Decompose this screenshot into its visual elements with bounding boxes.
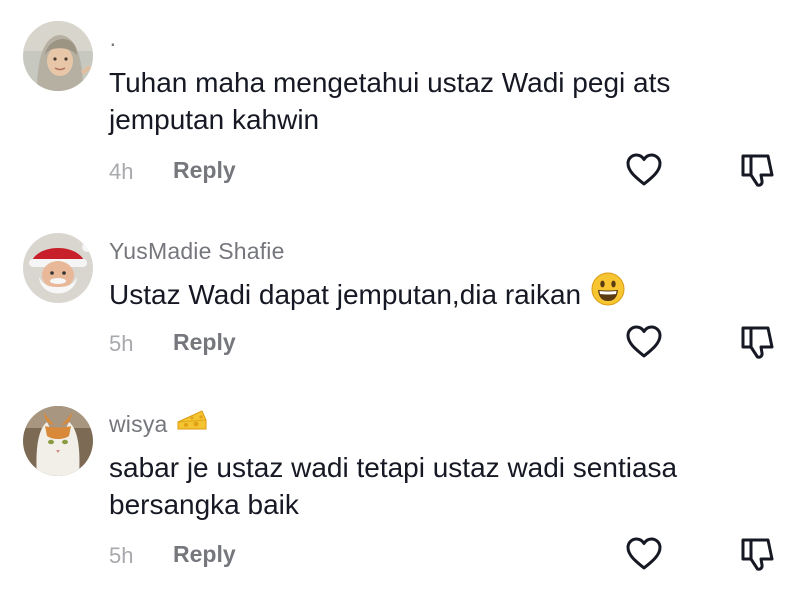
grinning-face-emoji <box>591 272 625 315</box>
thumbs-down-outline-icon[interactable] <box>738 534 778 574</box>
avatar[interactable] <box>23 21 93 91</box>
comment-text-row: Ustaz Wadi dapat jemputan,dia raikan <box>109 272 749 318</box>
cheese-emoji <box>176 408 208 438</box>
thumbs-down-outline-icon[interactable] <box>738 322 778 362</box>
comment-timestamp: 5h <box>109 331 134 356</box>
heart-outline-icon[interactable] <box>624 322 664 362</box>
heart-outline-icon[interactable] <box>624 150 664 190</box>
thumbs-down-outline-icon[interactable] <box>738 150 778 190</box>
reply-button[interactable]: Reply <box>173 329 236 356</box>
comment-username[interactable]: YusMadie Shafie <box>109 238 285 265</box>
reply-button[interactable]: Reply <box>173 541 236 568</box>
comment-username-row: wisya <box>109 408 208 441</box>
reply-button[interactable]: Reply <box>173 157 236 184</box>
comment-text: Tuhan maha mengetahui ustaz Wadi pegi at… <box>109 67 671 135</box>
comment-text: sabar je ustaz wadi tetapi ustaz wadi se… <box>109 452 678 520</box>
comment-timestamp: 5h <box>109 543 134 568</box>
comment-timestamp: 4h <box>109 159 134 184</box>
avatar[interactable] <box>23 406 93 476</box>
comment-username[interactable]: wisya <box>109 411 168 437</box>
heart-outline-icon[interactable] <box>624 534 664 574</box>
avatar[interactable] <box>23 233 93 303</box>
comment-text: Ustaz Wadi dapat jemputan,dia raikan <box>109 278 582 310</box>
comment-username[interactable]: · <box>109 30 117 57</box>
